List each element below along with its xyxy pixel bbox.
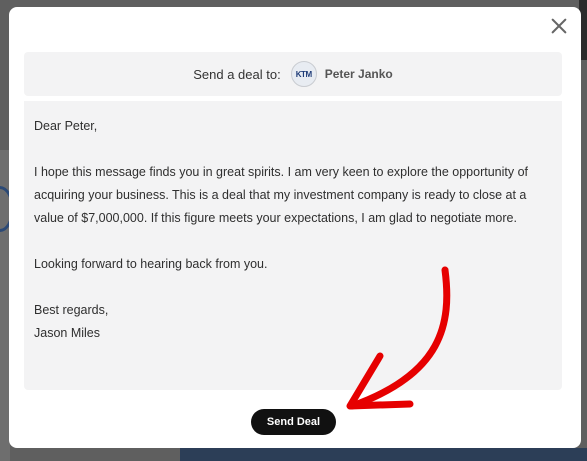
send-deal-button[interactable]: Send Deal — [251, 409, 336, 435]
recipient-name: Peter Janko — [324, 67, 393, 81]
message-body[interactable]: Dear Peter, I hope this message finds yo… — [24, 101, 562, 390]
message-closing: Best regards, — [34, 303, 109, 317]
recipient-avatar: KTM — [290, 61, 317, 87]
header-label: Send a deal to: — [193, 66, 281, 82]
message-paragraph: Looking forward to hearing back from you… — [34, 257, 268, 271]
recipient-header: Send a deal to: KTM Peter Janko — [24, 52, 562, 96]
backdrop-photo — [180, 448, 587, 461]
message-paragraph: I hope this message finds you in great s… — [34, 165, 529, 225]
avatar-logo-text: KTM — [295, 69, 312, 79]
recipient-chip[interactable]: KTM Peter Janko — [290, 61, 393, 87]
message-signature: Jason Miles — [34, 326, 100, 340]
message-greeting: Dear Peter, — [34, 119, 98, 133]
red-arrow-annotation — [346, 266, 451, 410]
send-deal-modal: Send a deal to: KTM Peter Janko Dear Pet… — [9, 7, 581, 448]
close-icon[interactable] — [549, 16, 569, 36]
